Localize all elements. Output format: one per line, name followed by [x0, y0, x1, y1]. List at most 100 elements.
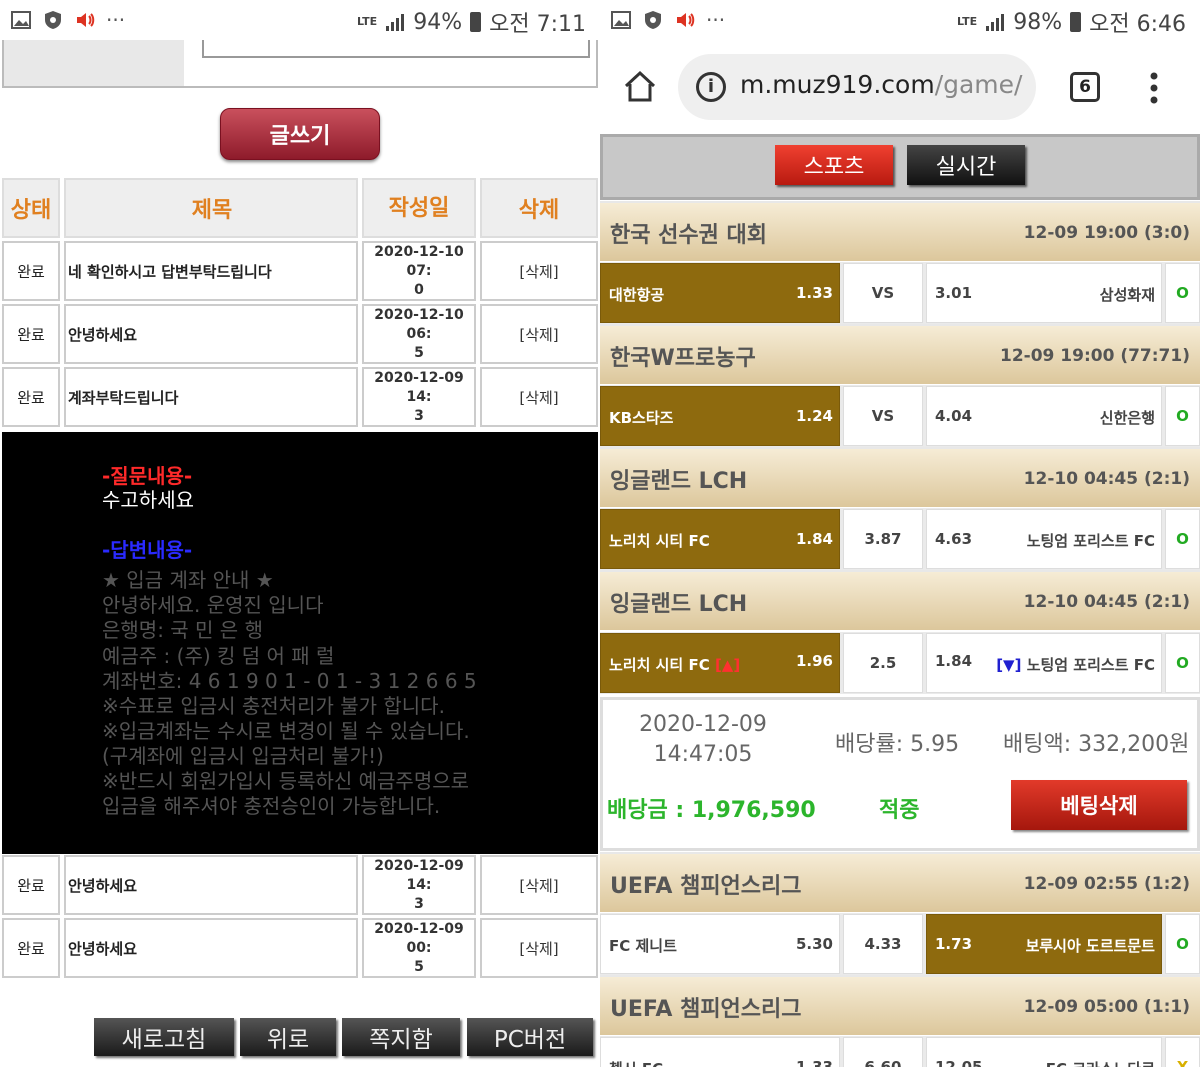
- match-row: FC 제니트 5.30 4.33 1.73 보루시아 도르트문트 O: [600, 913, 1200, 975]
- tab-sports[interactable]: 스포츠: [775, 145, 893, 185]
- away-bet-cell[interactable]: 12.05 FC 크라스노다르: [926, 1037, 1162, 1067]
- league-header: 잉글랜드 LCH 12-10 04:45 (2:1): [600, 570, 1200, 630]
- home-bet-cell[interactable]: FC 제니트 5.30: [600, 914, 840, 974]
- url-text[interactable]: m.muz919.com/game/l: [740, 70, 1024, 99]
- draw-value: VS: [871, 407, 895, 425]
- home-bet-cell[interactable]: KB스타즈 1.24: [600, 386, 840, 446]
- draw-value: 3.87: [864, 530, 902, 548]
- table-row[interactable]: 완료 안녕하세요 2020-12-09 14: 3 [삭제]: [2, 855, 598, 917]
- home-bet-cell[interactable]: 노리치 시티 FC [▲] 1.96: [600, 633, 840, 693]
- table-row[interactable]: 완료 계좌부탁드립니다 2020-12-09 14: 3 [삭제]: [2, 367, 598, 429]
- network-type: LTE: [956, 15, 978, 28]
- result-cell: O: [1165, 633, 1200, 693]
- overflow-menu-icon[interactable]: [1148, 68, 1160, 108]
- match-row: KB스타즈 1.24 VS 4.04 신한은행 O: [600, 385, 1200, 447]
- tab-live[interactable]: 실시간: [907, 145, 1025, 185]
- result-cell: O: [1165, 263, 1200, 323]
- result-cell: O: [1165, 509, 1200, 569]
- row-date: 2020-12-10 06: 5: [362, 304, 476, 364]
- table-row[interactable]: 완료 안녕하세요 2020-12-10 06: 5 [삭제]: [2, 304, 598, 366]
- address-bar[interactable]: i m.muz919.com/game/l: [678, 54, 1036, 120]
- row-status: 완료: [2, 304, 60, 364]
- signal-icon: [386, 14, 405, 31]
- away-odds: 1.73: [935, 935, 973, 953]
- draw-cell[interactable]: 4.33: [843, 914, 923, 974]
- row-delete-link[interactable]: [삭제]: [480, 367, 598, 427]
- row-date: 2020-12-09 14: 3: [362, 367, 476, 427]
- draw-value: 6.60: [864, 1058, 902, 1067]
- result-cell: O: [1165, 914, 1200, 974]
- write-button[interactable]: 글쓰기: [220, 108, 380, 160]
- away-bet-cell[interactable]: 3.01 삼성화재: [926, 263, 1162, 323]
- away-odds: 1.84: [935, 652, 973, 670]
- draw-cell[interactable]: VS: [843, 386, 923, 446]
- messages-button[interactable]: 쪽지함: [342, 1018, 460, 1056]
- match-row: 노리치 시티 FC 1.84 3.87 4.63 노팅엄 포리스트 FC O: [600, 508, 1200, 570]
- answer-line: 계좌번호: 4 6 1 9 0 1 - 0 1 - 3 1 2 6 6 5: [102, 669, 477, 693]
- away-bet-cell[interactable]: 1.84 [▼] 노팅엄 포리스트 FC: [926, 633, 1162, 693]
- draw-cell[interactable]: VS: [843, 263, 923, 323]
- home-team: KB스타즈: [609, 409, 674, 427]
- message-textarea[interactable]: [202, 40, 590, 58]
- scroll-top-button[interactable]: 위로: [240, 1018, 336, 1056]
- match-time: 12-09 19:00 (3:0): [1023, 223, 1190, 243]
- row-date-line2: 5: [414, 344, 424, 361]
- away-team: 보루시아 도르트문트: [1025, 937, 1155, 955]
- home-bet-cell[interactable]: 노리치 시티 FC 1.84: [600, 509, 840, 569]
- row-date-line1: 2020-12-09 00:: [374, 920, 464, 956]
- url-path: /game/l: [934, 70, 1024, 99]
- draw-cell[interactable]: 6.60: [843, 1037, 923, 1067]
- home-bet-cell[interactable]: 첼시 FC 1.33: [600, 1037, 840, 1067]
- league-name: 잉글랜드 LCH: [610, 592, 748, 617]
- header-status: 상태: [2, 178, 60, 238]
- row-date-line2: 5: [414, 958, 424, 975]
- league-name: 한국W프로농구: [610, 346, 756, 371]
- home-bet-cell[interactable]: 대한항공 1.33: [600, 263, 840, 323]
- delete-bet-button[interactable]: 베팅삭제: [1011, 780, 1187, 830]
- match-time: 12-09 02:55 (1:2): [1023, 874, 1190, 894]
- answer-line: (구계좌에 입금시 입금처리 불가!): [102, 744, 384, 768]
- away-bet-cell[interactable]: 1.73 보루시아 도르트문트: [926, 914, 1162, 974]
- home-icon[interactable]: [622, 68, 658, 104]
- draw-cell[interactable]: 3.87: [843, 509, 923, 569]
- row-title[interactable]: 계좌부탁드립니다: [64, 367, 358, 427]
- row-title[interactable]: 네 확인하시고 답변부탁드립니다: [64, 241, 358, 301]
- message-input-box: [2, 40, 598, 88]
- result-cell: O: [1165, 386, 1200, 446]
- result-mark: O: [1176, 284, 1189, 302]
- info-icon[interactable]: i: [696, 72, 726, 102]
- row-delete-link[interactable]: [삭제]: [480, 855, 598, 915]
- home-odds: 1.96: [795, 652, 833, 670]
- handicap-cell[interactable]: 2.5: [843, 633, 923, 693]
- away-team: 노팅엄 포리스트 FC: [1026, 532, 1155, 550]
- match-time: 12-10 04:45 (2:1): [1023, 592, 1190, 612]
- result-mark: O: [1176, 935, 1189, 953]
- result-mark: O: [1176, 530, 1189, 548]
- league-name: 잉글랜드 LCH: [610, 469, 748, 494]
- refresh-button[interactable]: 새로고침: [94, 1018, 234, 1056]
- header-delete: 삭제: [480, 178, 598, 238]
- tab-count-icon[interactable]: 6: [1070, 72, 1100, 102]
- row-title[interactable]: 안녕하세요: [64, 918, 358, 978]
- row-delete-link[interactable]: [삭제]: [480, 918, 598, 978]
- row-delete-link[interactable]: [삭제]: [480, 241, 598, 301]
- question-text: 수고하세요: [102, 488, 194, 512]
- away-bet-cell[interactable]: 4.04 신한은행: [926, 386, 1162, 446]
- inquiry-detail-panel: -질문내용- 수고하세요 -답변내용- ★ 입금 계좌 안내 ★ 안녕하세요. …: [2, 432, 598, 854]
- table-row[interactable]: 완료 네 확인하시고 답변부탁드립니다 2020-12-10 07: 0 [삭제]: [2, 241, 598, 303]
- row-title[interactable]: 안녕하세요: [64, 855, 358, 915]
- network-type: LTE: [356, 15, 378, 28]
- row-title[interactable]: 안녕하세요: [64, 304, 358, 364]
- gallery-icon: [11, 11, 31, 29]
- home-odds: 5.30: [795, 935, 833, 953]
- pc-version-button[interactable]: PC버전: [467, 1018, 593, 1056]
- away-bet-cell[interactable]: 4.63 노팅엄 포리스트 FC: [926, 509, 1162, 569]
- more-icon: ···: [106, 8, 126, 32]
- table-row[interactable]: 완료 안녕하세요 2020-12-09 00: 5 [삭제]: [2, 918, 598, 980]
- shield-icon: [645, 11, 661, 29]
- row-date-line1: 2020-12-09 14:: [374, 857, 464, 893]
- answer-line: ※반드시 회원가입시 등록하신 예금주명으로: [102, 769, 470, 793]
- bet-datetime: 2020-12-09 14:47:05: [603, 710, 803, 770]
- battery-percent: 98%: [1013, 9, 1063, 35]
- row-delete-link[interactable]: [삭제]: [480, 304, 598, 364]
